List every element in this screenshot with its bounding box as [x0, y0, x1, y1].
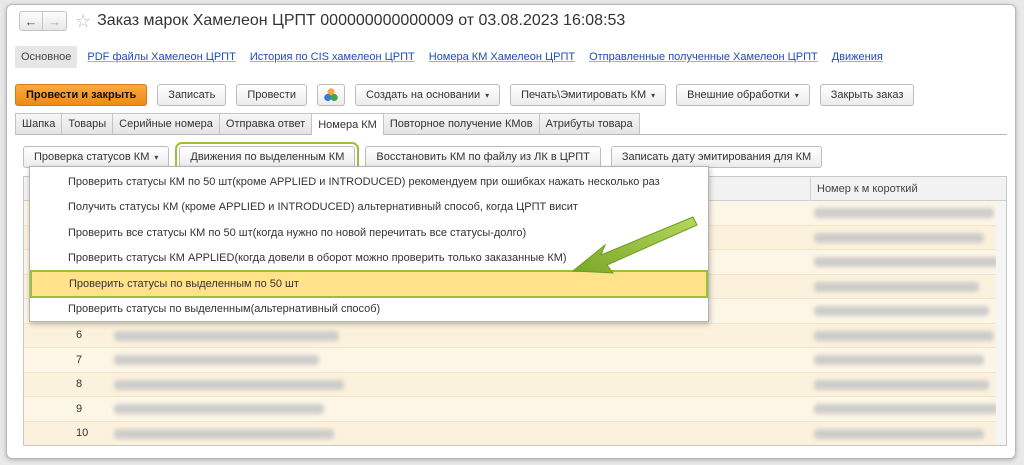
save-label: Записать: [168, 89, 216, 101]
redacted-value: [814, 330, 994, 341]
create-based-on-button[interactable]: Создать на основании ▾: [354, 84, 501, 106]
write-emit-date-label: Записать дату эмитирования для КМ: [621, 151, 812, 163]
row-number: 6: [76, 329, 83, 342]
tab-label: Повторное получение КМов: [389, 118, 533, 130]
vertical-scrollbar[interactable]: [996, 201, 1006, 445]
redacted-value: [814, 257, 999, 267]
tab-km-numbers[interactable]: Номера КМ: [311, 113, 384, 135]
menu-item-label: Проверить статусы КМ по 50 шт(кроме APPL…: [68, 175, 660, 188]
restore-from-file-label: Восстановить КМ по файлу из ЛК в ЦРПТ: [376, 151, 590, 163]
row-number: 7: [76, 353, 83, 366]
tab-product-attributes[interactable]: Атрибуты товара: [538, 113, 640, 134]
menu-item-check-50[interactable]: Проверить статусы КМ по 50 шт(кроме APPL…: [30, 169, 708, 195]
redacted-value: [114, 404, 324, 414]
back-button[interactable]: ←: [19, 11, 43, 31]
print-emit-label: Печать\Эмитировать КМ: [521, 89, 647, 101]
arrow-right-icon: →: [48, 13, 61, 29]
chevron-down-icon: ▾: [651, 90, 656, 100]
row-number: 10: [76, 427, 89, 440]
tab-label: Номера КМ: [318, 118, 377, 131]
menu-item-label: Проверить все статусы КМ по 50 шт(когда …: [68, 226, 527, 239]
form-sections-nav: Основное PDF файлы Хамелеон ЦРПТ История…: [15, 44, 897, 70]
column-header-short-km[interactable]: Номер к м короткий: [810, 177, 918, 201]
post-label: Провести: [247, 89, 296, 101]
tab-label: Серийные номера: [119, 118, 213, 130]
tab-repeat-receive[interactable]: Повторное получение КМов: [382, 113, 540, 134]
tab-goods[interactable]: Товары: [61, 113, 114, 134]
movements-selected-label: Движения по выделенным КМ: [190, 151, 345, 163]
table-row[interactable]: 8: [24, 372, 1006, 397]
external-processing-label: Внешние обработки: [687, 89, 790, 101]
check-status-menu-button[interactable]: Проверка статусов КМ ▾: [23, 146, 170, 168]
create-based-on-label: Создать на основании: [365, 89, 481, 101]
section-link-pdf[interactable]: PDF файлы Хамелеон ЦРПТ: [87, 51, 235, 63]
print-emit-button[interactable]: Печать\Эмитировать КМ ▾: [510, 84, 667, 106]
page-title: Заказ марок Хамелеон ЦРПТ 00000000000000…: [97, 12, 626, 29]
write-emit-date-button[interactable]: Записать дату эмитирования для КМ: [610, 146, 823, 168]
tab-serial-numbers[interactable]: Серийные номера: [112, 113, 220, 134]
redacted-value: [814, 355, 984, 365]
post-and-close-label: Провести и закрыть: [26, 89, 137, 101]
redacted-value: [114, 379, 344, 390]
post-and-close-button[interactable]: Провести и закрыть: [15, 84, 148, 106]
redacted-value: [814, 404, 999, 414]
tab-send-response[interactable]: Отправка ответ: [218, 113, 313, 134]
movements-selected-button[interactable]: Движения по выделенным КМ: [175, 142, 360, 172]
redacted-value: [814, 379, 989, 390]
post-button[interactable]: Провести: [236, 84, 307, 106]
external-processing-button[interactable]: Внешние обработки ▾: [676, 84, 810, 106]
table-row[interactable]: 9: [24, 397, 1006, 422]
table-row[interactable]: 7: [24, 348, 1006, 373]
title-bar: ← → ☆ Заказ марок Хамелеон ЦРПТ 00000000…: [7, 5, 1015, 37]
app-window: ← → ☆ Заказ марок Хамелеон ЦРПТ 00000000…: [6, 4, 1016, 459]
section-link-cis-history[interactable]: История по CIS хамелеон ЦРПТ: [250, 51, 415, 63]
close-order-button[interactable]: Закрыть заказ: [819, 84, 915, 106]
forward-button[interactable]: →: [43, 11, 67, 31]
section-main[interactable]: Основное: [15, 46, 78, 68]
redacted-value: [114, 330, 339, 341]
chevron-down-icon: ▾: [485, 90, 490, 100]
favorite-star-icon[interactable]: ☆: [75, 12, 91, 30]
redacted-value: [814, 208, 994, 218]
row-number: 8: [76, 378, 83, 391]
redacted-value: [814, 306, 989, 316]
tab-label: Товары: [68, 118, 107, 130]
save-button[interactable]: Записать: [157, 84, 227, 106]
redacted-value: [114, 355, 319, 365]
section-link-movements[interactable]: Движения: [832, 51, 883, 63]
colored-circles-icon: [324, 88, 338, 102]
section-link-sent-received[interactable]: Отправленные полученные Хамелеон ЦРПТ: [589, 51, 818, 63]
tab-header[interactable]: Шапка: [15, 113, 63, 134]
command-bar: Провести и закрыть Записать Провести Соз…: [15, 83, 924, 107]
structure-button[interactable]: [316, 84, 345, 106]
redacted-value: [814, 281, 979, 292]
redacted-value: [114, 428, 334, 439]
annotation-arrow-icon: [571, 216, 698, 274]
tab-label: Шапка: [22, 118, 56, 130]
chevron-down-icon: ▾: [154, 152, 159, 162]
check-status-label: Проверка статусов КМ: [34, 151, 150, 163]
menu-item-label: Получить статусы КМ (кроме APPLIED и INT…: [68, 201, 578, 214]
tab-bar: Шапка Товары Серийные номера Отправка от…: [15, 113, 1007, 135]
tab-label: Атрибуты товара: [545, 118, 633, 130]
row-number: 9: [76, 402, 83, 415]
table-row[interactable]: 6: [24, 323, 1006, 348]
redacted-value: [814, 428, 984, 439]
section-link-km-numbers[interactable]: Номера КМ Хамелеон ЦРПТ: [429, 51, 575, 63]
column-header-label: Номер к м короткий: [817, 183, 918, 195]
arrow-left-icon: ←: [24, 13, 38, 29]
menu-item-label: Проверить статусы по выделенным(альтерна…: [68, 303, 381, 316]
table-row[interactable]: 10: [24, 421, 1006, 445]
restore-from-file-button[interactable]: Восстановить КМ по файлу из ЛК в ЦРПТ: [365, 146, 601, 168]
redacted-value: [814, 232, 984, 243]
menu-item-check-selected-alternative[interactable]: Проверить статусы по выделенным(альтерна…: [30, 297, 708, 323]
tab-label: Отправка ответ: [225, 118, 306, 130]
close-order-label: Закрыть заказ: [830, 89, 904, 101]
chevron-down-icon: ▾: [794, 90, 799, 100]
menu-item-label: Проверить статусы КМ APPLIED(когда довел…: [68, 252, 567, 265]
menu-item-label: Проверить статусы по выделенным по 50 шт: [69, 277, 299, 290]
